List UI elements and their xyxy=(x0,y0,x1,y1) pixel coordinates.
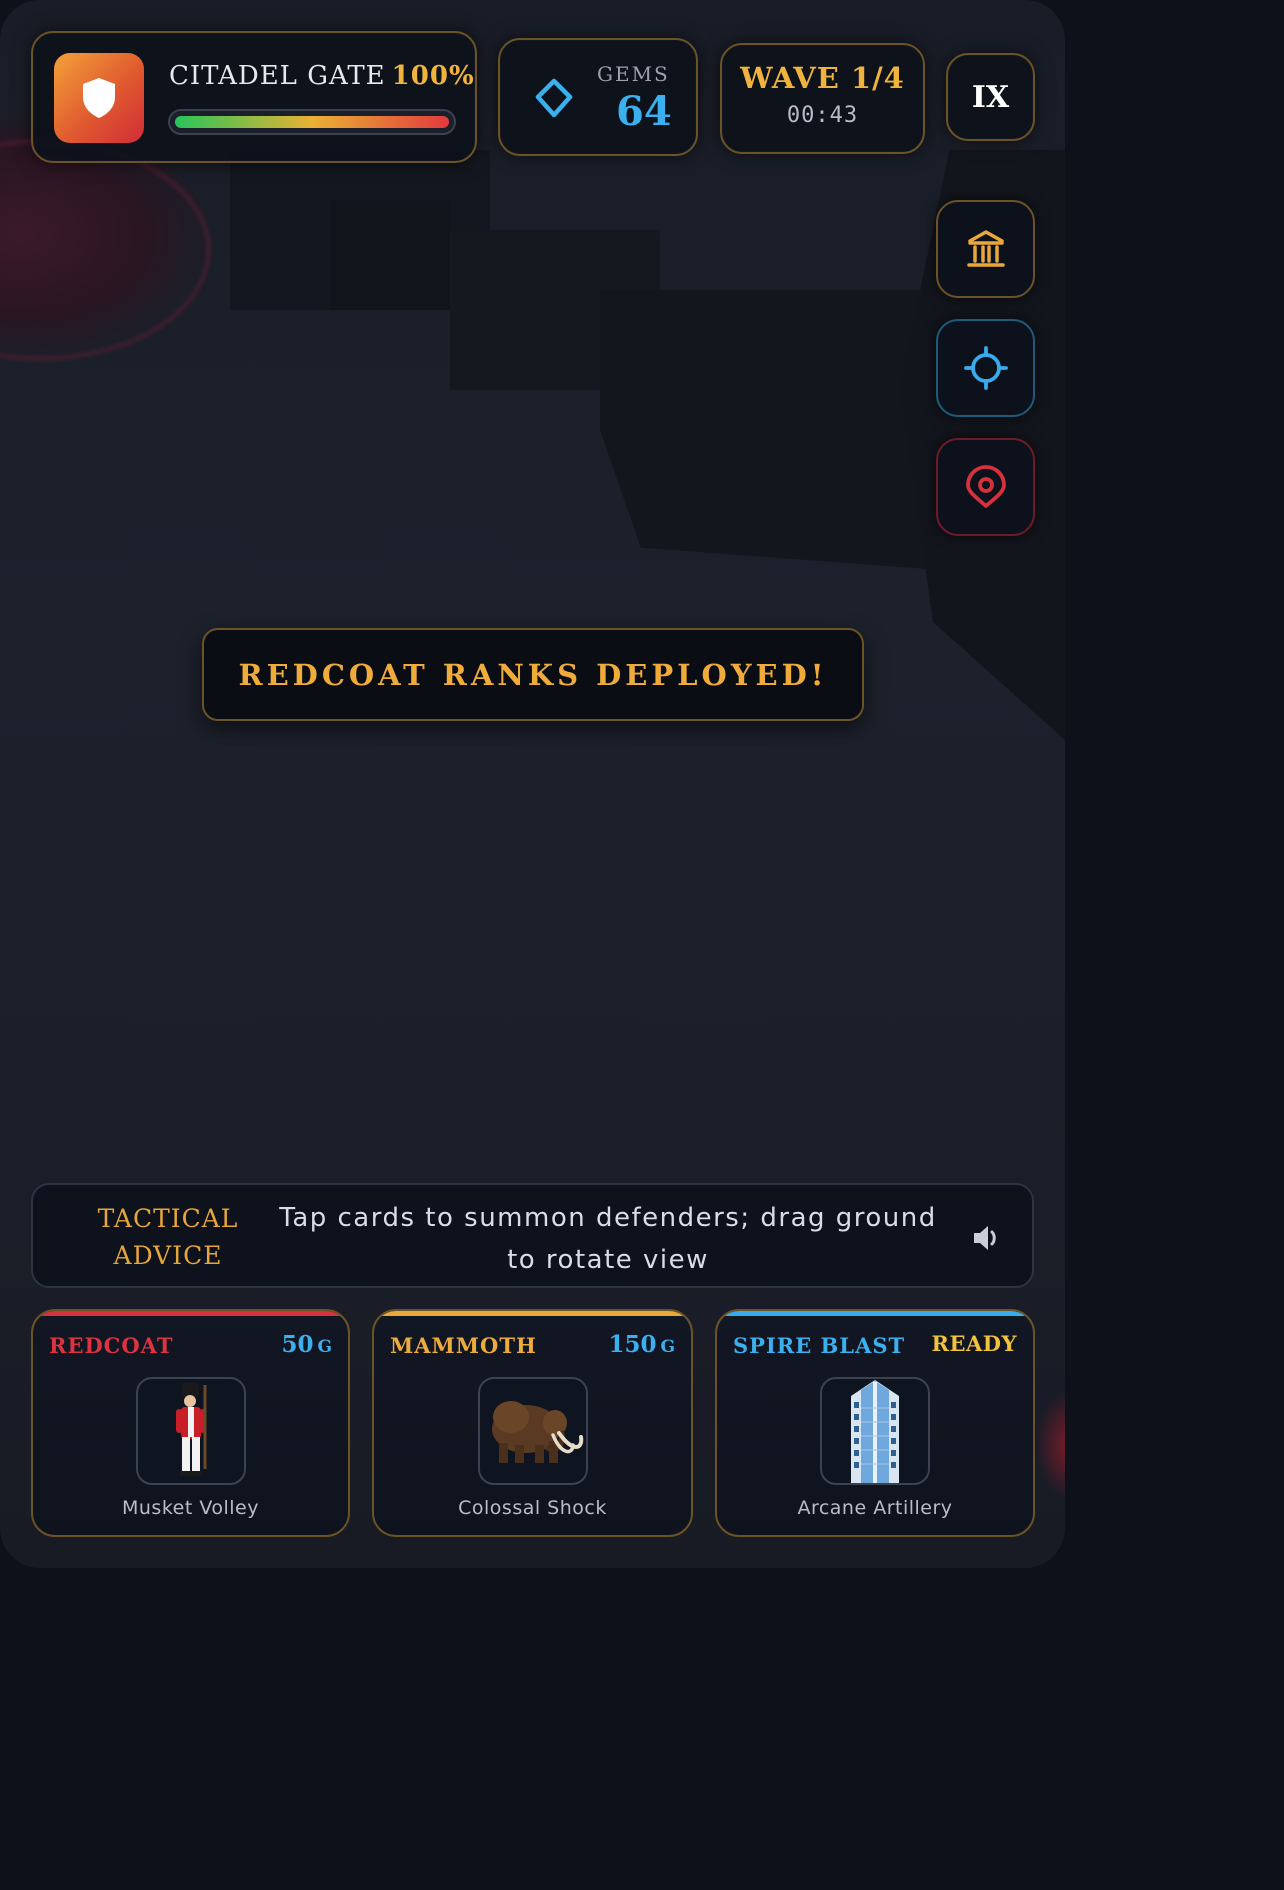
card-mammoth[interactable]: MAMMOTH 150 G Colossal Shock xyxy=(372,1309,693,1537)
rank-badge-button[interactable]: IX xyxy=(946,53,1035,141)
shield-icon xyxy=(54,53,144,143)
card-name: REDCOAT xyxy=(49,1333,174,1358)
building-icon xyxy=(966,230,1005,267)
card-name: MAMMOTH xyxy=(390,1333,537,1358)
card-cost: 50 G xyxy=(281,1331,332,1358)
redcoat-portrait xyxy=(135,1377,246,1485)
skyscraper-portrait xyxy=(820,1377,930,1485)
card-spire-blast[interactable]: SPIRE BLAST READY Arcane Artillery xyxy=(715,1309,1035,1537)
card-cost: 150 G xyxy=(608,1331,675,1358)
card-name: SPIRE BLAST xyxy=(733,1333,906,1358)
terrain-block xyxy=(600,290,940,570)
card-redcoat[interactable]: REDCOAT 50 G Musket Volley xyxy=(31,1309,350,1537)
gems-label: GEMS xyxy=(597,62,670,86)
tactical-advice-bar: TACTICAL ADVICE Tap cards to summon defe… xyxy=(31,1183,1034,1288)
wave-counter: WAVE 1/4 xyxy=(740,61,905,95)
advice-text: Tap cards to summon defenders; drag grou… xyxy=(279,1203,937,1275)
gems-panel: GEMS 64 xyxy=(498,38,698,156)
gate-health-fill xyxy=(175,116,449,128)
wave-timer: 00:43 xyxy=(786,103,859,128)
card-cost-unit: G xyxy=(317,1337,332,1357)
speaker-icon[interactable] xyxy=(971,1223,1003,1257)
build-button[interactable] xyxy=(936,200,1035,298)
crosshair-icon xyxy=(963,346,1008,390)
wave-panel: WAVE 1/4 00:43 xyxy=(720,43,925,154)
gem-icon xyxy=(534,78,574,122)
location-icon xyxy=(965,465,1006,508)
card-cost-unit: G xyxy=(660,1337,675,1357)
gems-count: 64 xyxy=(616,88,672,135)
mammoth-portrait xyxy=(477,1377,588,1485)
card-ability: Colossal Shock xyxy=(458,1497,607,1519)
gate-health-bar xyxy=(168,109,456,135)
terrain-block xyxy=(330,200,450,310)
card-ability: Arcane Artillery xyxy=(797,1497,953,1519)
gate-health-percent: 100% xyxy=(391,61,475,91)
card-cost-value: 150 xyxy=(608,1331,657,1358)
card-ability: Musket Volley xyxy=(122,1497,259,1519)
advice-label: TACTICAL ADVICE xyxy=(73,1200,263,1274)
advice-label-line2: ADVICE xyxy=(113,1241,223,1270)
gate-title: CITADEL GATE 100% xyxy=(169,61,475,91)
enemy-glow xyxy=(1035,1390,1065,1500)
advice-label-line1: TACTICAL xyxy=(97,1204,239,1233)
gate-name: CITADEL GATE xyxy=(169,61,386,91)
target-button[interactable] xyxy=(936,319,1035,417)
deployment-banner: REDCOAT RANKS DEPLOYED! xyxy=(202,628,864,721)
card-cost-value: 50 xyxy=(281,1331,314,1358)
gate-health-panel: CITADEL GATE 100% xyxy=(31,31,477,163)
locate-button[interactable] xyxy=(936,438,1035,536)
card-status-ready: READY xyxy=(931,1331,1017,1356)
